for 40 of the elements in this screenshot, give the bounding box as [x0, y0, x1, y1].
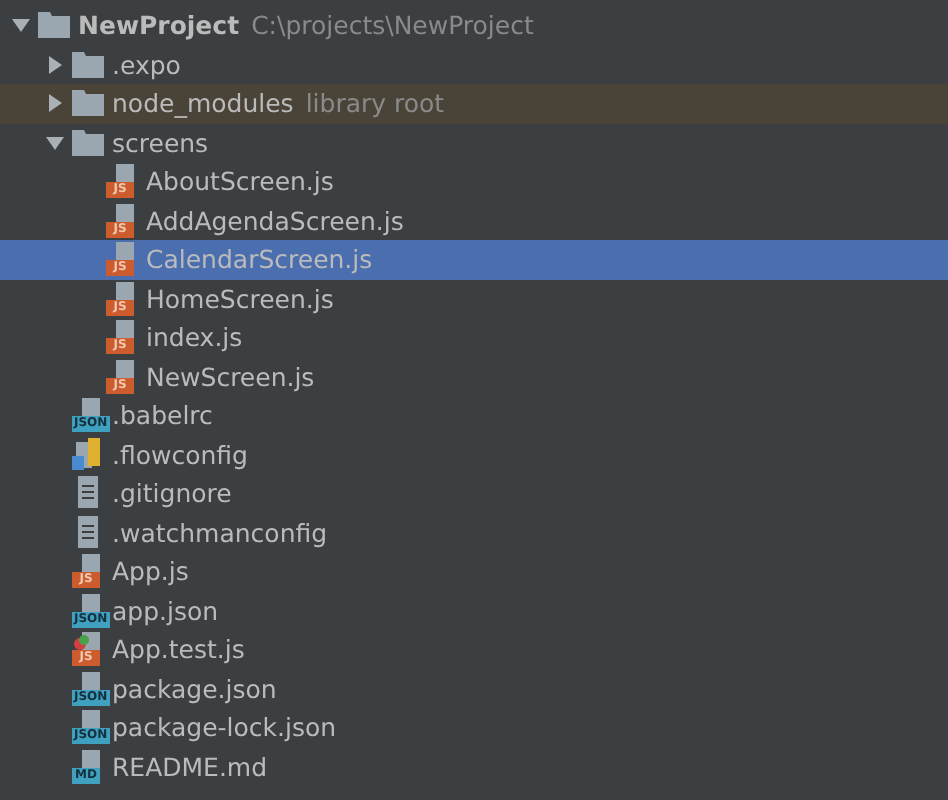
item-label: NewProject [78, 10, 240, 41]
folder-icon [72, 129, 104, 156]
item-note: library root [305, 88, 445, 119]
text-file-icon [72, 476, 104, 511]
folder-icon [38, 12, 70, 39]
item-label: package.json [112, 673, 277, 704]
item-label: HomeScreen.js [146, 283, 334, 314]
item-label: .gitignore [112, 478, 232, 509]
tree-item[interactable]: .flowconfig [0, 435, 948, 474]
tree-item[interactable]: NewProject C:\projects\NewProject [0, 6, 948, 45]
item-label: .flowconfig [112, 439, 248, 470]
item-label: AddAgendaScreen.js [146, 205, 404, 236]
expanded-arrow-icon[interactable] [12, 16, 30, 35]
item-label: index.js [146, 322, 243, 353]
item-label: App.js [112, 556, 189, 587]
collapsed-arrow-icon[interactable] [46, 94, 64, 113]
item-label: .watchmanconfig [112, 517, 328, 548]
item-label: CalendarScreen.js [146, 244, 373, 275]
item-label: screens [112, 127, 209, 158]
collapsed-arrow-icon[interactable] [46, 55, 64, 74]
item-label: AboutScreen.js [146, 166, 334, 197]
tree-item[interactable]: .gitignore [0, 474, 948, 513]
folder-icon [72, 90, 104, 117]
item-label: .babelrc [112, 400, 213, 431]
item-label: App.test.js [112, 634, 245, 665]
item-label: node_modules [112, 88, 294, 119]
tree-item[interactable]: screens [0, 123, 948, 162]
text-file-icon [72, 515, 104, 550]
item-label: .expo [112, 49, 181, 80]
item-label: NewScreen.js [146, 361, 315, 392]
item-label: package-lock.json [112, 712, 337, 743]
item-note: C:\projects\NewProject [251, 10, 534, 41]
folder-icon [72, 51, 104, 78]
tree-item[interactable]: .watchmanconfig [0, 513, 948, 552]
tree-item[interactable]: .expo [0, 45, 948, 84]
config-file-icon [72, 437, 104, 472]
expanded-arrow-icon[interactable] [46, 133, 64, 152]
tree-item[interactable]: node_modules library root [0, 84, 948, 123]
item-label: app.json [112, 595, 219, 626]
item-label: README.md [112, 751, 268, 782]
